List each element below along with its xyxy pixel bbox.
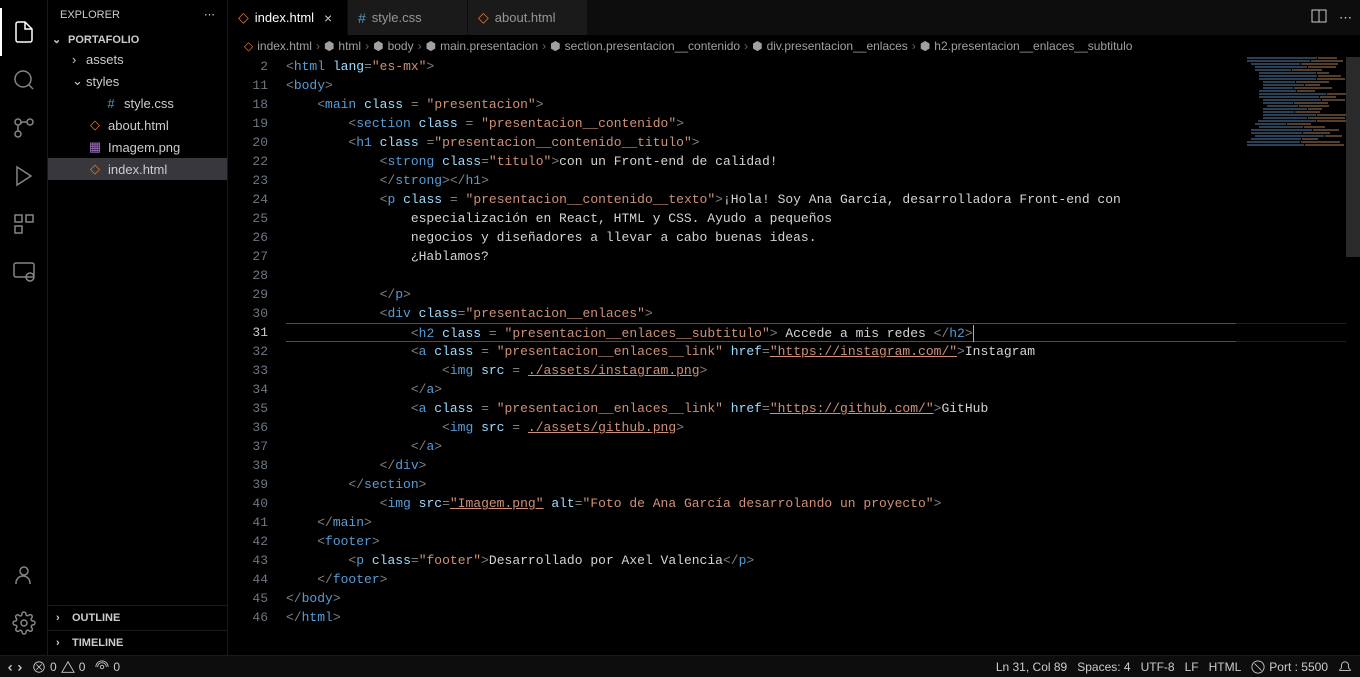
status-bar: 0 0 0 Ln 31, Col 89 Spaces: 4 UTF-8 LF H… xyxy=(0,655,1360,677)
file-name: styles xyxy=(86,74,119,89)
minimap[interactable] xyxy=(1236,57,1346,457)
errors-warnings[interactable]: 0 0 xyxy=(32,660,85,674)
tab-bar: ◇ index.html × # style.css ◇ about.html ⋯ xyxy=(228,0,1360,35)
eol[interactable]: LF xyxy=(1185,660,1199,674)
html-icon: ◇ xyxy=(86,117,104,133)
code-content[interactable]: <html lang="es-mx"><body> <main class = … xyxy=(286,57,1360,655)
editor-tab[interactable]: # style.css xyxy=(348,0,468,35)
timeline-section[interactable]: › TIMELINE xyxy=(52,635,223,651)
breadcrumb-separator: › xyxy=(744,39,748,53)
activity-bar xyxy=(0,0,48,655)
scrollbar-thumb[interactable] xyxy=(1346,57,1360,257)
cursor-position[interactable]: Ln 31, Col 89 xyxy=(996,660,1067,674)
file-name: Imagem.png xyxy=(108,140,180,155)
indentation[interactable]: Spaces: 4 xyxy=(1077,660,1130,674)
chevron-icon: › xyxy=(72,52,86,67)
explorer-icon[interactable] xyxy=(0,8,48,56)
breadcrumb-item[interactable]: ⬢h2.presentacion__enlaces__subtitulo xyxy=(920,39,1133,53)
search-icon[interactable] xyxy=(0,56,48,104)
tag-icon: ⬢ xyxy=(752,39,762,53)
folder-item[interactable]: ›assets xyxy=(48,48,227,70)
port-status[interactable]: 0 xyxy=(95,660,120,674)
file-item[interactable]: # style.css xyxy=(48,92,227,114)
outline-label: OUTLINE xyxy=(72,612,120,624)
sidebar: EXPLORER ⋯ ⌄ PORTAFOLIO ›assets⌄styles#s… xyxy=(48,0,228,655)
html-icon: ◇ xyxy=(86,161,104,177)
code-editor[interactable]: 2111819202223242526272829303132333435363… xyxy=(228,57,1360,655)
tag-icon: ⬢ xyxy=(550,39,560,53)
notifications-icon[interactable] xyxy=(1338,660,1352,674)
file-name: about.html xyxy=(108,118,169,133)
scrollbar-vertical[interactable] xyxy=(1346,57,1360,655)
chevron-icon: ⌄ xyxy=(72,73,86,89)
tag-icon: ⬢ xyxy=(920,39,930,53)
close-icon[interactable]: × xyxy=(324,10,332,26)
file-item[interactable]: ▦ Imagem.png xyxy=(48,136,227,158)
html-icon: ◇ xyxy=(478,9,489,26)
timeline-label: TIMELINE xyxy=(72,637,123,649)
breadcrumb-separator: › xyxy=(365,39,369,53)
remote-indicator[interactable] xyxy=(8,660,22,674)
project-name: PORTAFOLIO xyxy=(68,34,139,46)
sidebar-more-icon[interactable]: ⋯ xyxy=(204,8,215,21)
folder-item[interactable]: ⌄styles xyxy=(48,70,227,92)
language-mode[interactable]: HTML xyxy=(1209,660,1242,674)
breadcrumb-item[interactable]: ⬢html xyxy=(324,39,361,53)
breadcrumb-separator: › xyxy=(316,39,320,53)
chevron-right-icon: › xyxy=(56,637,68,649)
encoding[interactable]: UTF-8 xyxy=(1141,660,1175,674)
editor-tab[interactable]: ◇ about.html xyxy=(468,0,588,35)
source-control-icon[interactable] xyxy=(0,104,48,152)
project-root[interactable]: ⌄ PORTAFOLIO xyxy=(48,31,227,48)
tab-label: index.html xyxy=(255,10,314,25)
editor-tab[interactable]: ◇ index.html × xyxy=(228,0,348,35)
file-name: style.css xyxy=(124,96,174,111)
html-icon: ◇ xyxy=(238,9,249,26)
settings-icon[interactable] xyxy=(0,599,48,647)
tab-label: style.css xyxy=(372,10,422,25)
breadcrumb-separator: › xyxy=(418,39,422,53)
remote-explorer-icon[interactable] xyxy=(0,248,48,296)
chevron-down-icon: ⌄ xyxy=(52,33,64,46)
img-icon: ▦ xyxy=(86,139,104,155)
file-name: assets xyxy=(86,52,124,67)
css-icon: # xyxy=(358,10,366,26)
file-item[interactable]: ◇ index.html xyxy=(48,158,227,180)
editor-more-icon[interactable]: ⋯ xyxy=(1339,10,1352,26)
tag-icon: ⬢ xyxy=(373,39,383,53)
breadcrumb-separator: › xyxy=(912,39,916,53)
tab-label: about.html xyxy=(495,10,556,25)
outline-section[interactable]: › OUTLINE xyxy=(52,610,223,626)
sidebar-header: EXPLORER ⋯ xyxy=(48,0,227,29)
html-icon: ◇ xyxy=(244,39,253,53)
accounts-icon[interactable] xyxy=(0,551,48,599)
sidebar-title: EXPLORER xyxy=(60,9,120,21)
chevron-right-icon: › xyxy=(56,612,68,624)
breadcrumb-item[interactable]: ⬢body xyxy=(373,39,414,53)
css-icon: # xyxy=(102,96,120,111)
live-server-port[interactable]: Port : 5500 xyxy=(1251,660,1328,674)
extensions-icon[interactable] xyxy=(0,200,48,248)
breadcrumb-item[interactable]: ⬢main.presentacion xyxy=(426,39,539,53)
tag-icon: ⬢ xyxy=(324,39,334,53)
editor-area: ◇index.html×#style.css◇about.html ⋯ ◇ind… xyxy=(228,0,1360,655)
file-name: index.html xyxy=(108,162,167,177)
breadcrumb-separator: › xyxy=(542,39,546,53)
file-item[interactable]: ◇ about.html xyxy=(48,114,227,136)
run-debug-icon[interactable] xyxy=(0,152,48,200)
breadcrumb-item[interactable]: ⬢section.presentacion__contenido xyxy=(550,39,740,53)
split-editor-icon[interactable] xyxy=(1311,8,1327,27)
line-number-gutter: 2111819202223242526272829303132333435363… xyxy=(228,57,286,655)
tag-icon: ⬢ xyxy=(426,39,436,53)
breadcrumbs[interactable]: ◇index.html›⬢html›⬢body›⬢main.presentaci… xyxy=(228,35,1360,57)
breadcrumb-item[interactable]: ◇index.html xyxy=(244,39,312,53)
breadcrumb-item[interactable]: ⬢div.presentacion__enlaces xyxy=(752,39,908,53)
